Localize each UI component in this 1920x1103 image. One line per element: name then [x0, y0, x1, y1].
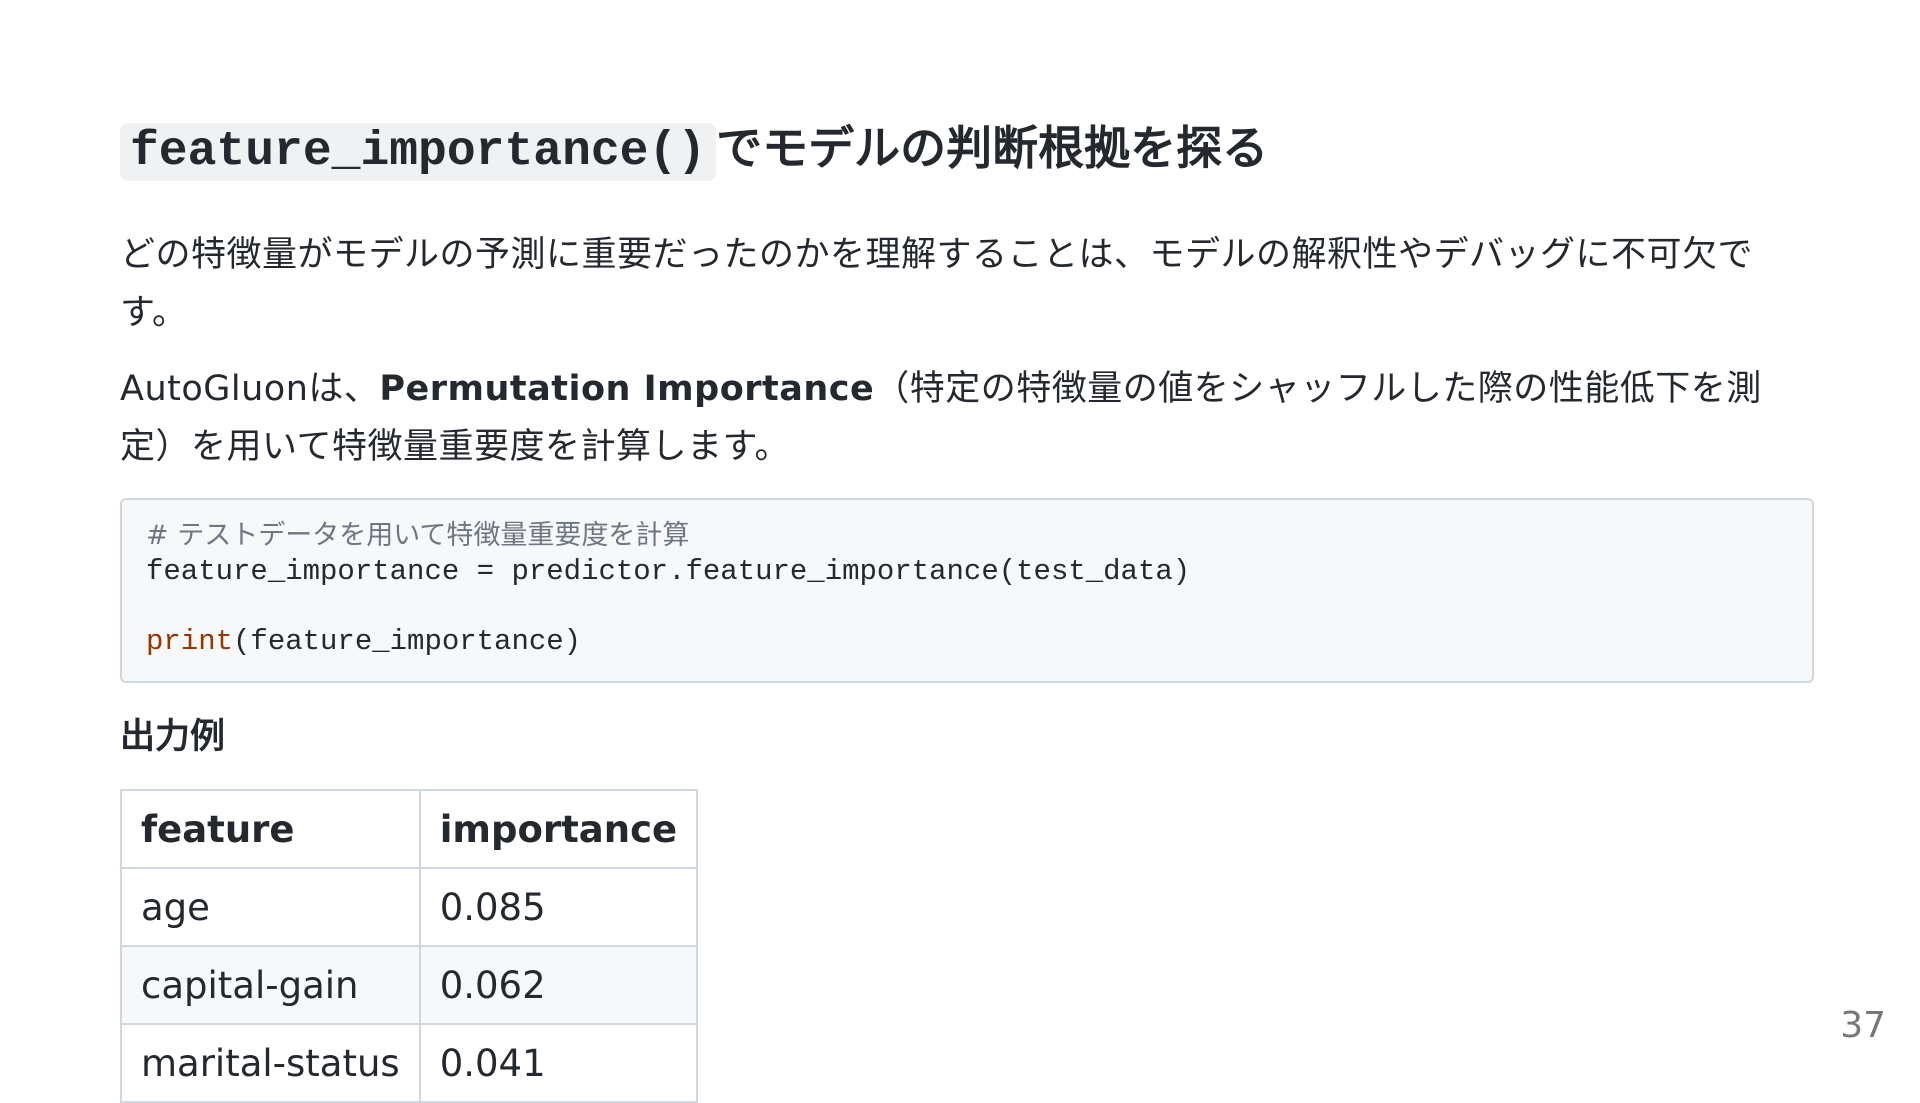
code-block: # テストデータを用いて特徴量重要度を計算 feature_importance…: [120, 498, 1814, 683]
table-row: capital-gain 0.062: [120, 945, 699, 1025]
code-line-1: feature_importance = predictor.feature_i…: [146, 555, 1191, 588]
table-cell-feature: age: [120, 867, 421, 947]
table-cell-feature: capital-gain: [120, 945, 421, 1025]
code-comment-line: # テストデータを用いて特徴量重要度を計算: [146, 518, 1788, 554]
table-header-importance: importance: [418, 789, 699, 869]
page-number: 37: [1840, 1005, 1886, 1046]
output-table: feature importance age 0.085 capital-gai…: [120, 789, 699, 1103]
table-cell-feature: marital-status: [120, 1023, 421, 1103]
table-row: age 0.085: [120, 867, 699, 947]
table-cell-importance: 0.041: [418, 1023, 699, 1103]
code-print-args: (feature_importance): [233, 625, 582, 658]
intro-paragraph: どの特徴量がモデルの予測に重要だったのかを理解することは、モデルの解釈性やデバッ…: [120, 235, 1754, 333]
title-text: でモデルの判断根拠を探る: [716, 121, 1269, 175]
table-header-row: feature importance: [120, 789, 699, 869]
table-cell-importance: 0.085: [418, 867, 699, 947]
code-print-line: print(feature_importance): [146, 624, 1788, 659]
code-comment: # テストデータを用いて特徴量重要度を計算: [146, 520, 690, 551]
code-print-keyword: print: [146, 625, 234, 658]
method-paragraph: AutoGluonは、Permutation Importance（特定の特徴量…: [120, 360, 1810, 476]
table-header-feature: feature: [120, 789, 421, 869]
slide-content: feature_importance() でモデルの判断根拠を探る どの特徴量がモ…: [120, 110, 1814, 1103]
method-term: Permutation Importance: [379, 369, 875, 409]
output-heading: 出力例: [120, 717, 226, 757]
title-code: feature_importance(): [120, 123, 717, 181]
table-row: marital-status 0.041: [120, 1023, 699, 1103]
page-title: feature_importance() でモデルの判断根拠を探る: [120, 110, 1810, 186]
table-cell-importance: 0.062: [418, 945, 699, 1025]
method-text-before: AutoGluonは、: [120, 369, 380, 409]
